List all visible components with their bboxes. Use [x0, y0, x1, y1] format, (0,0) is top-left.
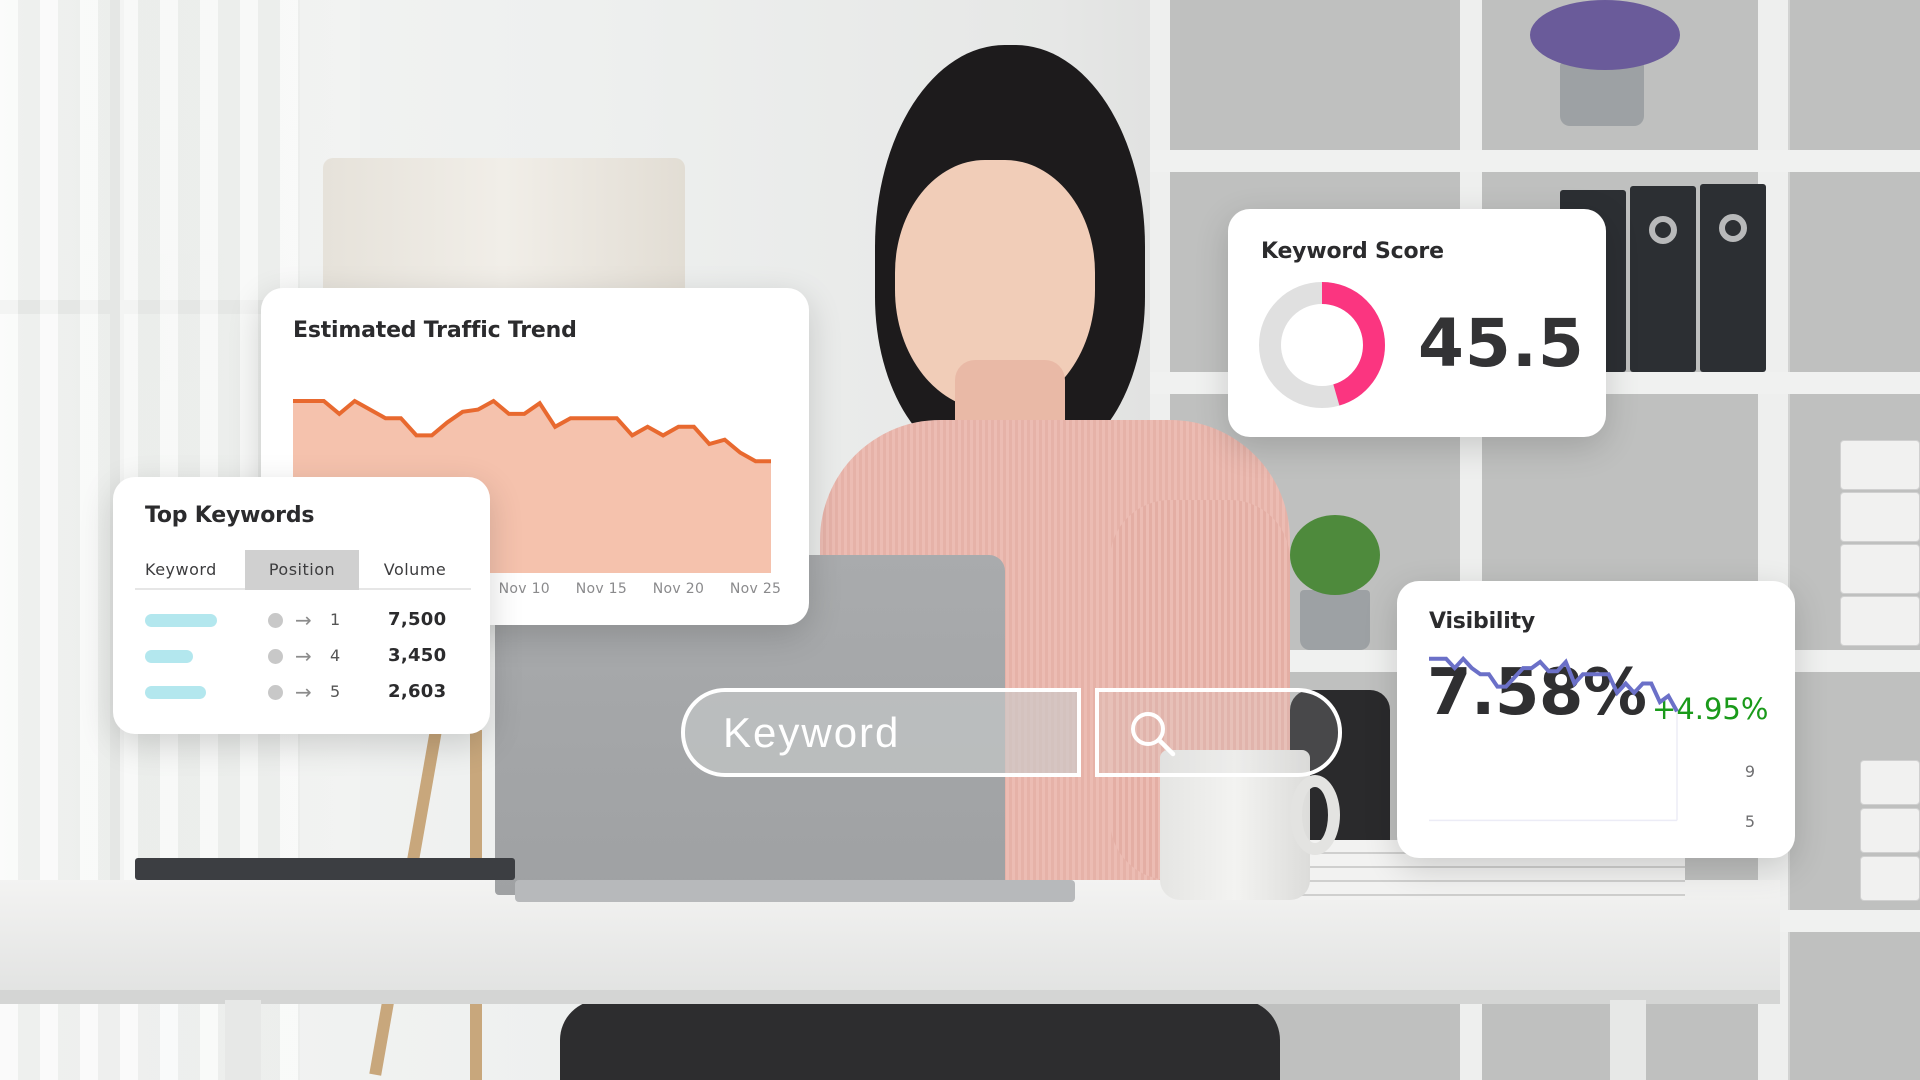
traffic-x-axis: Nov 10 Nov 15 Nov 20 Nov 25	[499, 581, 781, 597]
green-plant	[1290, 515, 1380, 595]
x-tick-label: Nov 20	[653, 581, 704, 597]
y-tick-label: 5	[1745, 812, 1755, 831]
status-dot	[268, 685, 283, 700]
book	[1860, 760, 1920, 805]
plant-pot	[1300, 590, 1370, 650]
notebook	[135, 858, 515, 880]
visibility-card: Visibility 7.58% +4.95% 95	[1397, 581, 1795, 858]
keyword-position: 4	[330, 646, 341, 665]
status-dot	[268, 649, 283, 664]
binder	[1700, 184, 1766, 372]
keyword-position: 5	[330, 682, 341, 701]
desk-leg	[1610, 1000, 1646, 1080]
book	[1840, 440, 1920, 490]
x-tick-label: Nov 10	[499, 581, 550, 597]
score-donut-chart	[1259, 282, 1385, 408]
book	[1840, 596, 1920, 646]
arrow-right-icon: →	[295, 644, 312, 668]
visibility-line	[1429, 655, 1679, 713]
book	[1860, 808, 1920, 853]
column-header-keyword[interactable]: Keyword	[145, 550, 255, 590]
keyword-position: 1	[330, 610, 341, 629]
book	[1840, 544, 1920, 594]
keywords-table-header: Keyword Position Volume	[135, 550, 471, 590]
search-button[interactable]	[1095, 688, 1342, 777]
mug-handle	[1290, 775, 1340, 855]
visibility-y-axis: 95	[1745, 762, 1755, 831]
binder-ring	[1719, 214, 1747, 242]
score-value: 45.5	[1418, 305, 1585, 382]
x-tick-label: Nov 25	[730, 581, 781, 597]
table-row[interactable]: → 5 2,603	[145, 679, 475, 705]
x-tick-label: Nov 15	[576, 581, 627, 597]
binder-ring	[1649, 216, 1677, 244]
status-dot	[268, 613, 283, 628]
arrow-right-icon: →	[295, 680, 312, 704]
visibility-sparkline: 95	[1429, 655, 1755, 831]
column-header-volume[interactable]: Volume	[359, 550, 471, 590]
plant-pot	[1560, 62, 1644, 126]
keyword-search-field[interactable]	[681, 688, 1081, 777]
keyword-placeholder-bar	[145, 650, 193, 663]
search-icon	[1131, 712, 1176, 757]
keyword-volume: 7,500	[388, 609, 447, 630]
binder	[1630, 186, 1696, 372]
keyword-volume: 2,603	[388, 681, 447, 702]
arrow-right-icon: →	[295, 608, 312, 632]
keyword-score-card: Keyword Score 45.5	[1228, 209, 1606, 437]
y-tick-label: 9	[1745, 762, 1755, 781]
score-card-title: Keyword Score	[1261, 239, 1444, 264]
laptop-base	[515, 880, 1075, 902]
keywords-card-title: Top Keywords	[145, 503, 315, 528]
keyword-search-input[interactable]	[723, 702, 1063, 764]
lamp-shade	[323, 158, 685, 298]
lavender-plant	[1530, 0, 1680, 70]
top-keywords-card: Top Keywords Keyword Position Volume → 1…	[113, 477, 490, 734]
keyword-volume: 3,450	[388, 645, 447, 666]
shelf-board	[1150, 150, 1920, 172]
person-pants	[560, 1000, 1280, 1080]
book	[1860, 856, 1920, 901]
book	[1840, 492, 1920, 542]
table-row[interactable]: → 1 7,500	[145, 607, 475, 633]
table-row[interactable]: → 4 3,450	[145, 643, 475, 669]
column-header-position[interactable]: Position	[245, 550, 359, 590]
keyword-placeholder-bar	[145, 686, 206, 699]
desk-leg	[225, 1000, 261, 1080]
keyword-placeholder-bar	[145, 614, 218, 627]
desk-edge	[0, 990, 1780, 1004]
